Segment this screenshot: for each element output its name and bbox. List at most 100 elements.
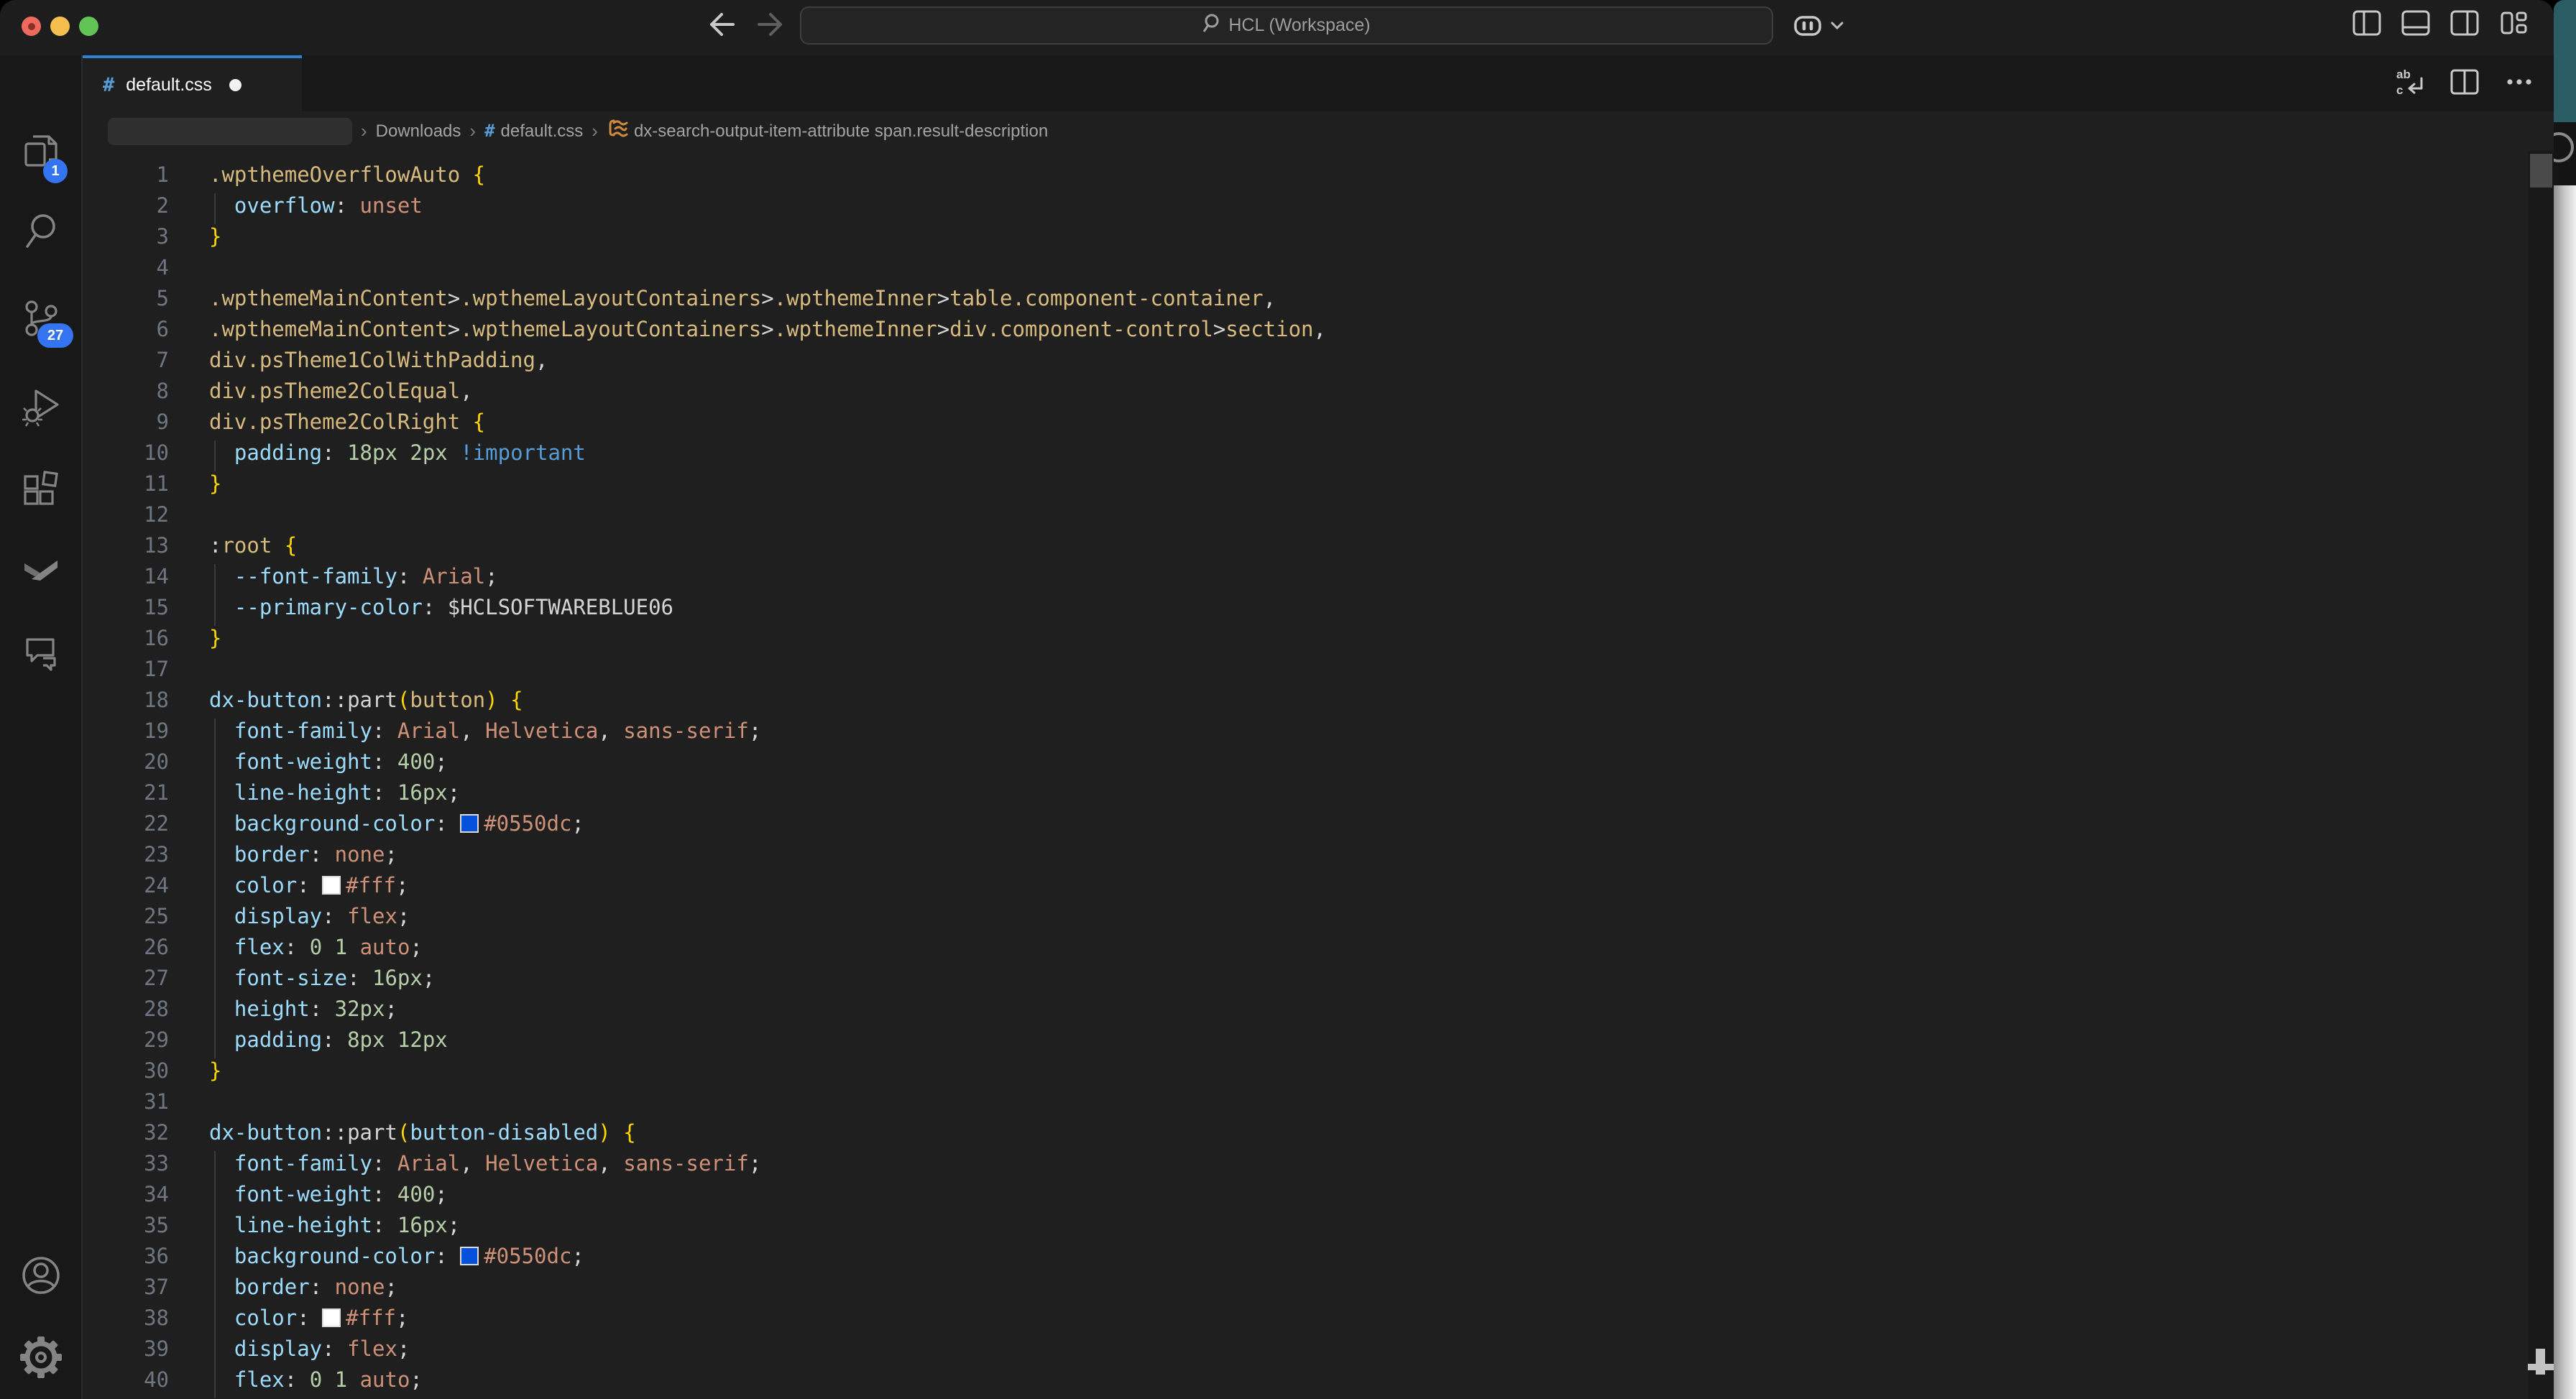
zoom-button[interactable] (79, 17, 98, 36)
line-number[interactable]: 32 (83, 1117, 169, 1148)
line-number[interactable]: 3 (83, 221, 169, 252)
line-number[interactable]: 17 (83, 654, 169, 685)
code-line[interactable]: 7div.psTheme1ColWithPadding, (83, 345, 2554, 376)
line-number[interactable]: 1 (83, 160, 169, 190)
sidebar-item-extensions[interactable] (0, 453, 81, 525)
code-line[interactable]: 13:root { (83, 530, 2554, 561)
line-number[interactable]: 24 (83, 870, 169, 901)
line-number[interactable]: 22 (83, 808, 169, 839)
code-line[interactable]: 18dx-button::part(button) { (83, 685, 2554, 716)
code-line[interactable]: 23 border: none; (83, 839, 2554, 870)
line-number[interactable]: 30 (83, 1056, 169, 1086)
line-number[interactable]: 35 (83, 1210, 169, 1241)
line-number[interactable]: 38 (83, 1303, 169, 1334)
code-line[interactable]: 33 font-family: Arial, Helvetica, sans-s… (83, 1148, 2554, 1179)
line-number[interactable]: 5 (83, 283, 169, 314)
code-line[interactable]: 21 line-height: 16px; (83, 777, 2554, 808)
code-line[interactable]: 9div.psTheme2ColRight { (83, 407, 2554, 438)
code-line[interactable]: 17 (83, 654, 2554, 685)
code-line[interactable]: 32dx-button::part(button-disabled) { (83, 1117, 2554, 1148)
modified-dot-icon[interactable] (229, 79, 242, 91)
line-number[interactable]: 36 (83, 1241, 169, 1272)
code-line[interactable]: 27 font-size: 16px; (83, 963, 2554, 994)
sidebar-item-x-extension[interactable] (0, 534, 81, 606)
line-number[interactable]: 14 (83, 561, 169, 592)
customize-layout-icon[interactable] (2499, 10, 2528, 36)
code-line[interactable]: 25 display: flex; (83, 901, 2554, 932)
code-line[interactable]: 5.wpthemeMainContent>.wpthemeLayoutConta… (83, 283, 2554, 314)
split-editor-icon[interactable] (2450, 68, 2479, 99)
sidebar-item-source-control[interactable]: 27 (0, 282, 81, 354)
line-number[interactable]: 9 (83, 407, 169, 438)
code-line[interactable]: 35 line-height: 16px; (83, 1210, 2554, 1241)
sidebar-item-comments[interactable] (0, 616, 81, 688)
breadcrumb-folder[interactable]: Downloads (376, 121, 461, 142)
copilot-menu[interactable] (1793, 11, 1854, 40)
line-number[interactable]: 33 (83, 1148, 169, 1179)
code-line[interactable]: 15 --primary-color: $HCLSOFTWAREBLUE06 (83, 592, 2554, 623)
line-number[interactable]: 12 (83, 499, 169, 530)
line-number[interactable]: 16 (83, 623, 169, 654)
code-line[interactable]: 37 border: none; (83, 1272, 2554, 1303)
line-number[interactable]: 4 (83, 252, 169, 283)
line-number[interactable]: 6 (83, 314, 169, 345)
line-number[interactable]: 2 (83, 190, 169, 221)
code-line[interactable]: 14 --font-family: Arial; (83, 561, 2554, 592)
color-swatch[interactable] (460, 1247, 479, 1265)
line-number[interactable]: 13 (83, 530, 169, 561)
code-line[interactable]: 24 color: #fff; (83, 870, 2554, 901)
line-number[interactable]: 10 (83, 438, 169, 468)
code-line[interactable]: 16} (83, 623, 2554, 654)
breadcrumb-redacted-segment[interactable] (108, 118, 352, 145)
toggle-primary-sidebar-icon[interactable] (2352, 10, 2381, 36)
toggle-secondary-sidebar-icon[interactable] (2450, 10, 2479, 36)
sidebar-item-search[interactable] (0, 195, 81, 267)
line-number[interactable]: 29 (83, 1025, 169, 1056)
back-icon[interactable] (704, 9, 740, 40)
line-number[interactable]: 27 (83, 963, 169, 994)
line-number[interactable]: 19 (83, 716, 169, 747)
code-line[interactable]: 20 font-weight: 400; (83, 747, 2554, 777)
code-line[interactable]: 39 display: flex; (83, 1334, 2554, 1365)
close-button[interactable] (22, 17, 41, 36)
color-swatch[interactable] (322, 876, 341, 895)
line-number[interactable]: 34 (83, 1179, 169, 1210)
line-number[interactable]: 8 (83, 376, 169, 407)
line-number[interactable]: 20 (83, 747, 169, 777)
code-line[interactable]: 22 background-color: #0550dc; (83, 808, 2554, 839)
code-line[interactable]: 10 padding: 18px 2px !important (83, 438, 2554, 468)
code-line[interactable]: 3} (83, 221, 2554, 252)
code-line[interactable]: 4 (83, 252, 2554, 283)
code-line[interactable]: 2 overflow: unset (83, 190, 2554, 221)
line-number[interactable]: 39 (83, 1334, 169, 1365)
sidebar-item-run-debug[interactable] (0, 370, 81, 442)
code-line[interactable]: 31 (83, 1086, 2554, 1117)
line-number[interactable]: 25 (83, 901, 169, 932)
color-swatch[interactable] (460, 814, 479, 833)
line-number[interactable]: 11 (83, 468, 169, 499)
code-line[interactable]: 6.wpthemeMainContent>.wpthemeLayoutConta… (83, 314, 2554, 345)
line-number[interactable]: 40 (83, 1365, 169, 1395)
code-line[interactable]: 28 height: 32px; (83, 994, 2554, 1025)
editor[interactable]: 1.wpthemeOverflowAuto {2 overflow: unset… (83, 151, 2554, 1399)
breadcrumb-symbol[interactable]: dx-search-output-item-attribute span.res… (607, 118, 1048, 144)
code-line[interactable]: 40 flex: 0 1 auto; (83, 1365, 2554, 1395)
settings-gear-icon[interactable] (0, 1321, 81, 1393)
code-line[interactable]: 30} (83, 1056, 2554, 1086)
code-line[interactable]: 11} (83, 468, 2554, 499)
tab-default-css[interactable]: # default.css (83, 55, 302, 111)
toggle-panel-icon[interactable] (2401, 10, 2430, 36)
line-number[interactable]: 31 (83, 1086, 169, 1117)
line-number[interactable]: 18 (83, 685, 169, 716)
code-line[interactable]: 34 font-weight: 400; (83, 1179, 2554, 1210)
command-center-search[interactable]: HCL (Workspace) (800, 6, 1773, 45)
line-number[interactable]: 7 (83, 345, 169, 376)
accounts-icon[interactable] (0, 1239, 81, 1311)
code-line[interactable]: 36 background-color: #0550dc; (83, 1241, 2554, 1272)
scrollbar-track[interactable] (2529, 151, 2554, 1399)
line-number[interactable]: 15 (83, 592, 169, 623)
color-swatch[interactable] (322, 1308, 341, 1327)
code-line[interactable]: 19 font-family: Arial, Helvetica, sans-s… (83, 716, 2554, 747)
line-number[interactable]: 21 (83, 777, 169, 808)
scrollbar-thumb[interactable] (2530, 154, 2552, 188)
